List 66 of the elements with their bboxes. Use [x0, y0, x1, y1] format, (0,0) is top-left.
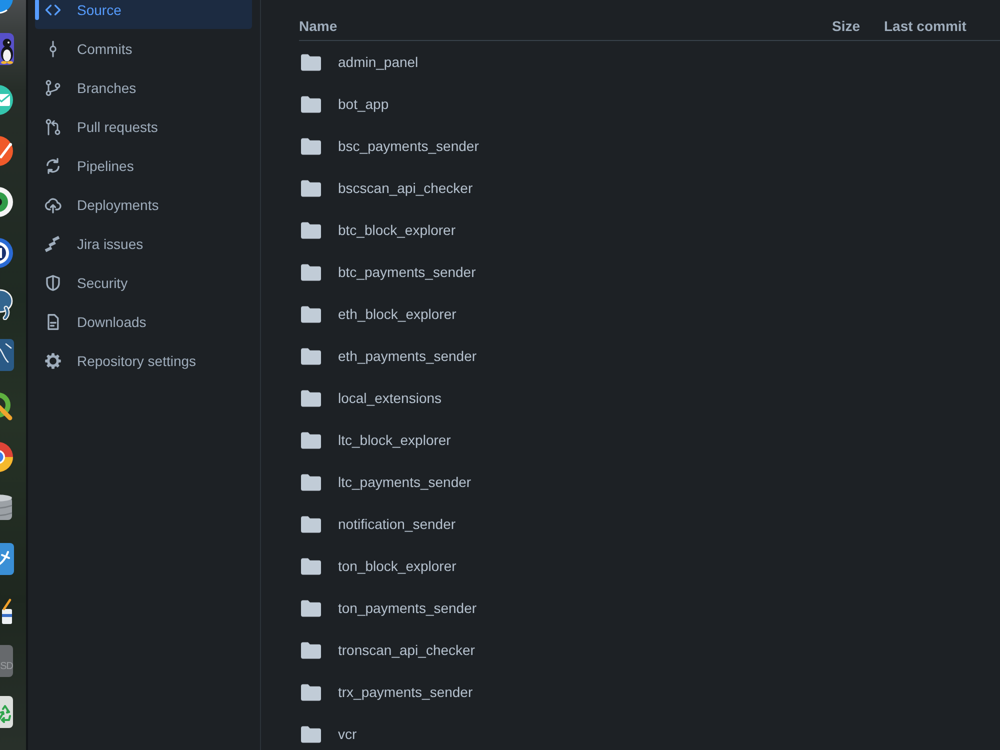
folder-link[interactable]: tronscan_api_checker — [338, 642, 475, 658]
ring-icon[interactable] — [0, 390, 14, 422]
sidebar-item[interactable]: Deployments — [35, 185, 252, 224]
folder-link[interactable]: bscscan_api_checker — [338, 180, 473, 196]
folder-icon — [301, 348, 321, 364]
tile-app-icon[interactable] — [0, 339, 14, 371]
folder-icon — [301, 54, 321, 70]
folder-icon — [301, 180, 321, 196]
folder-link[interactable]: local_extensions — [338, 390, 442, 406]
folder-link[interactable]: bot_app — [338, 96, 389, 112]
sidebar-item[interactable]: Branches — [35, 68, 252, 107]
round-logo-icon[interactable] — [0, 441, 14, 473]
stacked-stripes-icon — [44, 234, 62, 252]
folder-link[interactable]: notification_sender — [338, 516, 456, 532]
circle-logo-icon[interactable] — [0, 186, 14, 218]
sidebar-item[interactable]: Repository settings — [35, 341, 252, 380]
folder-icon — [301, 138, 321, 154]
column-header: Last commit — [884, 18, 966, 34]
elephant-icon[interactable] — [0, 288, 14, 320]
sidebar-item[interactable]: Security — [35, 263, 252, 302]
folder-link[interactable]: vcr — [338, 726, 357, 742]
ring-logo-icon[interactable] — [0, 237, 14, 269]
folder-link[interactable]: eth_payments_sender — [338, 348, 477, 364]
sidebar-item[interactable]: Jira issues — [35, 224, 252, 263]
folder-link[interactable]: admin_panel — [338, 54, 418, 70]
folder-link[interactable]: trx_payments_sender — [338, 684, 473, 700]
folder-icon — [301, 558, 321, 574]
folder-icon — [301, 684, 321, 700]
sidebar-item[interactable]: Downloads — [35, 302, 252, 341]
pen-icon[interactable] — [0, 135, 14, 167]
shield-icon — [44, 274, 62, 292]
folder-link[interactable]: btc_payments_sender — [338, 264, 476, 280]
folder-icon — [301, 474, 321, 490]
folder-icon — [301, 390, 321, 406]
settings-icon — [44, 352, 62, 370]
sidebar-item[interactable]: Pipelines — [35, 146, 252, 185]
branch-icon — [44, 78, 62, 96]
cloud-upload-icon — [44, 196, 62, 214]
sidebar-item[interactable]: Pull requests — [35, 107, 252, 146]
column-header: Name — [299, 18, 338, 34]
folder-icon — [301, 306, 321, 322]
folder-icon — [301, 264, 321, 280]
folder-link[interactable]: ltc_block_explorer — [338, 432, 451, 448]
folder-icon — [301, 432, 321, 448]
folder-link[interactable]: ltc_payments_sender — [338, 474, 472, 490]
refresh-icon — [44, 156, 62, 174]
tile-app-icon[interactable] — [0, 543, 14, 575]
folder-icon — [301, 222, 321, 238]
folder-icon — [301, 600, 321, 616]
circle-app-icon[interactable] — [0, 0, 14, 14]
folder-icon — [301, 516, 321, 532]
folder-link[interactable]: eth_block_explorer — [338, 306, 456, 322]
pull-request-icon — [44, 118, 62, 136]
folder-link[interactable]: btc_block_explorer — [338, 222, 456, 238]
recycle-icon[interactable] — [0, 696, 14, 728]
folder-icon — [301, 726, 321, 742]
folder-link[interactable]: ton_block_explorer — [338, 558, 456, 574]
folder-icon — [301, 642, 321, 658]
column-header: Size — [832, 18, 860, 34]
folder-icon — [301, 96, 321, 112]
sidebar-item[interactable]: Commits — [35, 29, 252, 68]
envelope-icon[interactable] — [0, 84, 14, 116]
penguin-icon[interactable] — [0, 33, 14, 65]
folder-link[interactable]: ton_payments_sender — [338, 600, 477, 616]
sidebar-item[interactable]: Source — [35, 0, 252, 29]
folder-link[interactable]: bsc_payments_sender — [338, 138, 479, 154]
